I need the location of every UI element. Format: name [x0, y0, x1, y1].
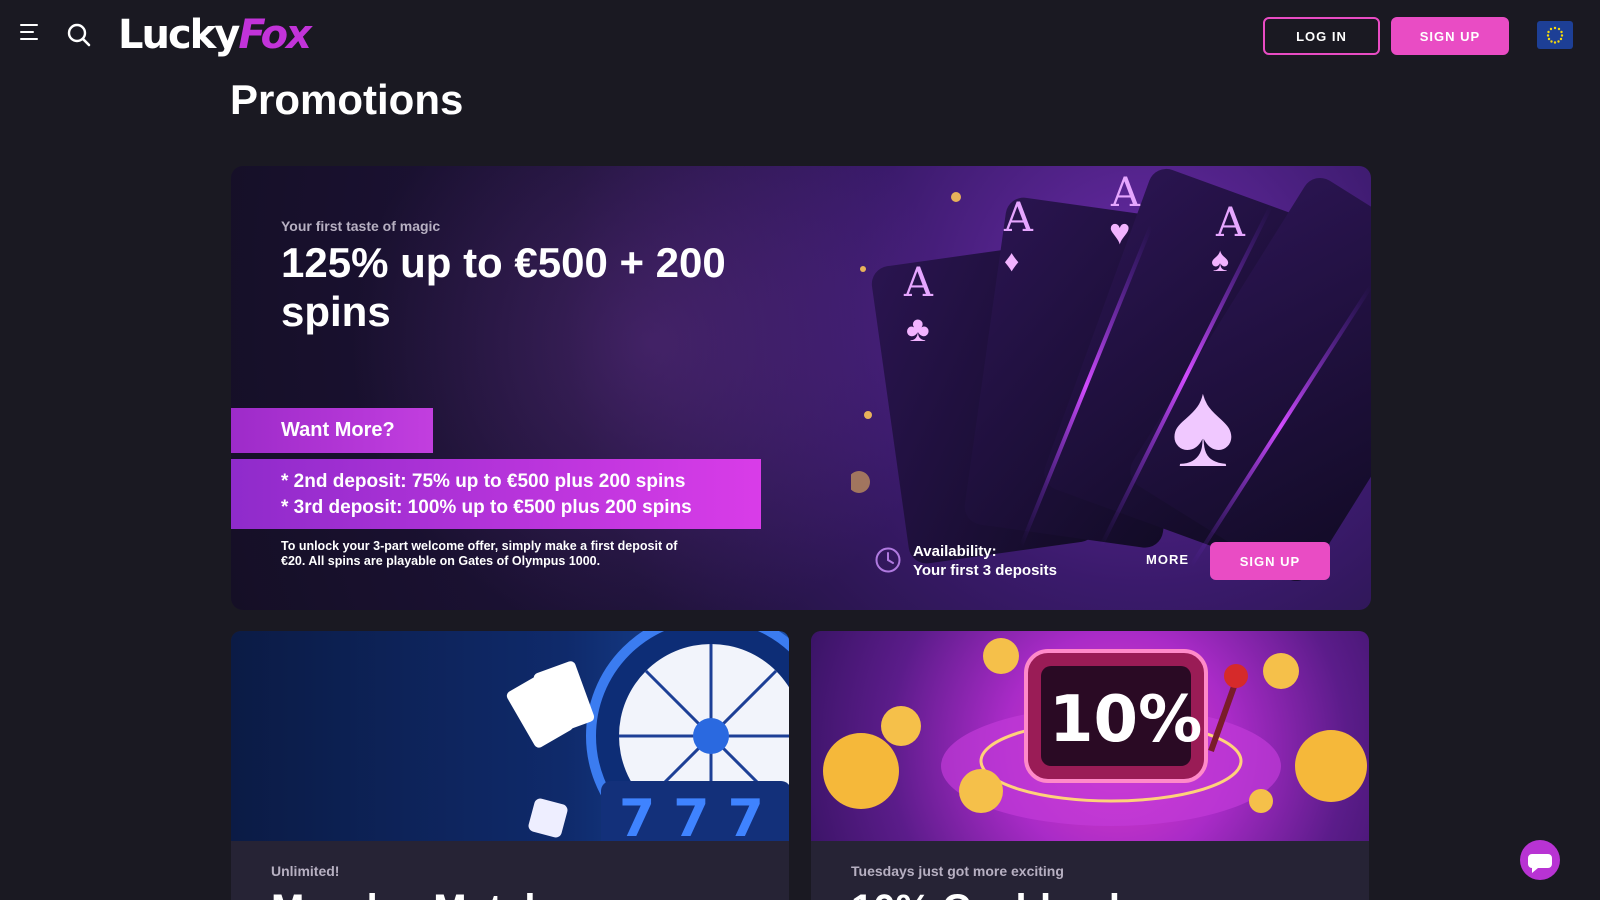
svg-text:♦: ♦	[1004, 245, 1019, 278]
signup-button[interactable]: SIGN UP	[1391, 17, 1509, 55]
svg-text:♣: ♣	[906, 308, 930, 349]
site-logo[interactable]: Lucky Fox	[118, 12, 312, 62]
unlock-terms-text: To unlock your 3-part welcome offer, sim…	[281, 539, 678, 568]
logo-text-lucky: Lucky	[118, 12, 240, 58]
hamburger-icon[interactable]	[20, 24, 42, 46]
availability-value: Your first 3 deposits	[913, 562, 1057, 579]
promo-tag: Tuesdays just got more exciting	[851, 863, 1064, 879]
monday-match-card[interactable]: 7 7 7 Unlimited! Monday Match	[231, 631, 789, 900]
want-more-label: Want More?	[281, 419, 395, 441]
promo-image-slot: 10%	[811, 631, 1369, 841]
svg-text:♠: ♠	[1211, 241, 1229, 279]
page-title: Promotions	[230, 76, 464, 123]
wheel-of-fortune-illustration: 7 7 7	[506, 631, 789, 861]
logo-text-fox: Fox	[238, 12, 311, 58]
svg-text:♠: ♠	[1171, 358, 1235, 492]
svg-text:A: A	[1110, 170, 1141, 216]
clock-icon	[875, 547, 901, 573]
deposit-offer-3: * 3rd deposit: 100% up to €500 plus 200 …	[281, 497, 692, 518]
deposit-offer-2: * 2nd deposit: 75% up to €500 plus 200 s…	[281, 471, 686, 492]
hero-tagline: Your first taste of magic	[281, 218, 441, 234]
svg-text:A: A	[1215, 200, 1246, 246]
slot-machine-illustration: 10%	[823, 638, 1367, 826]
site-header: Lucky Fox LOG IN SIGN UP	[0, 0, 1600, 72]
eu-flag-icon[interactable]	[1537, 21, 1573, 49]
want-more-banner: Want More?	[231, 408, 433, 453]
svg-text:♥: ♥	[1109, 211, 1130, 252]
welcome-offer-card: A A A A ♣ ♦ ♥ ♠ ♠ Your first taste of ma…	[231, 166, 1371, 610]
deposit-offers-list: * 2nd deposit: 75% up to €500 plus 200 s…	[231, 459, 761, 529]
promo-image-wheel: 7 7 7	[231, 631, 789, 861]
promo-title: Monday Match	[271, 887, 549, 900]
svg-text:10%: 10%	[1049, 683, 1202, 757]
hero-signup-button[interactable]: SIGN UP	[1210, 542, 1330, 580]
svg-text:A: A	[1003, 195, 1034, 241]
search-icon[interactable]	[66, 22, 92, 48]
promo-tag: Unlimited!	[271, 863, 340, 879]
hero-title: 125% up to €500 + 200 spins	[281, 239, 726, 335]
more-link[interactable]: MORE	[1146, 552, 1189, 567]
svg-text:A: A	[903, 260, 934, 306]
availability-label: Availability:	[913, 543, 997, 560]
svg-text:7 7 7: 7 7 7	[619, 789, 764, 841]
promo-title: 10% Cashback	[851, 887, 1131, 900]
chat-icon[interactable]	[1520, 840, 1560, 880]
login-button[interactable]: LOG IN	[1263, 17, 1380, 55]
cashback-card[interactable]: 10% Tuesdays just got more exciting 10% …	[811, 631, 1369, 900]
